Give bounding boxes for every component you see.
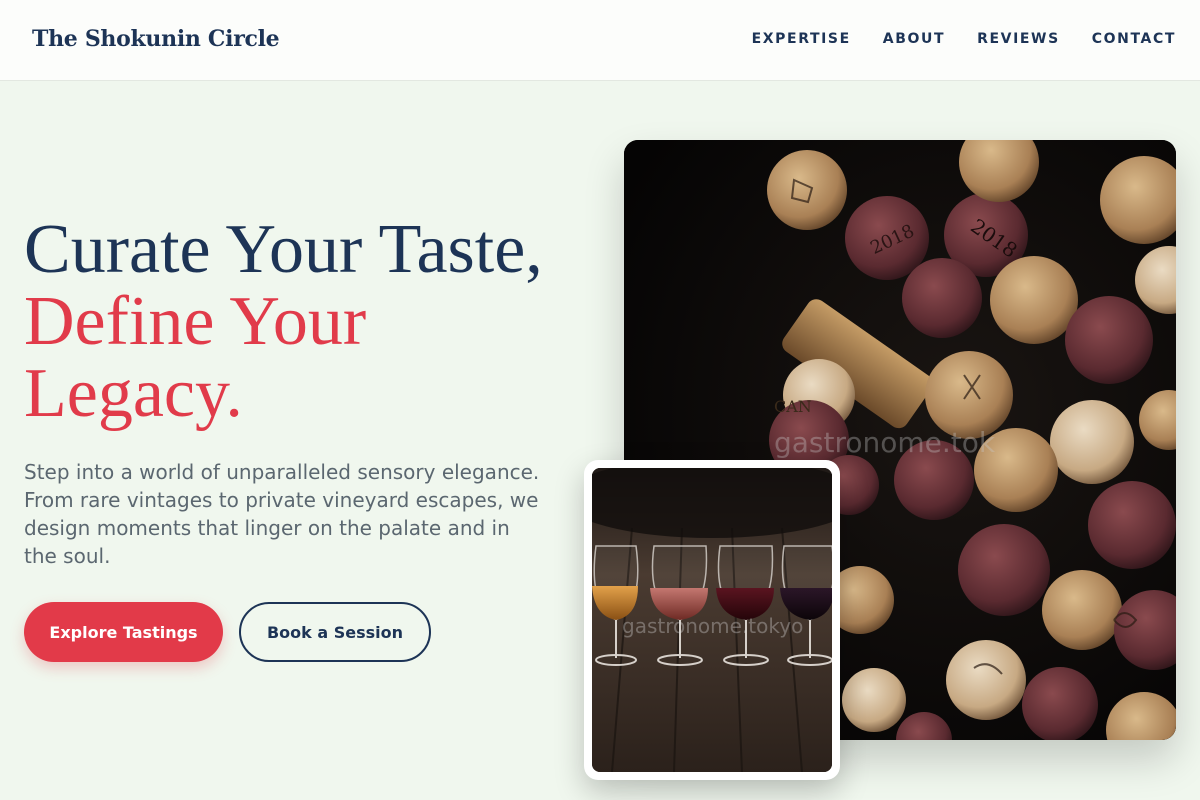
- site-header: The Shokunin Circle EXPERTISE ABOUT REVI…: [0, 0, 1200, 81]
- nav-item-reviews[interactable]: REVIEWS: [977, 31, 1060, 47]
- nav-item-contact[interactable]: CONTACT: [1092, 31, 1176, 47]
- headline-line-1: Curate Your Taste,: [24, 211, 543, 288]
- main-photo-watermark: gastronome.tok: [774, 426, 996, 459]
- headline-line-3: Legacy.: [24, 355, 243, 432]
- book-session-button[interactable]: Book a Session: [239, 602, 431, 662]
- wine-glasses-photo: gastronome.tokyo: [592, 468, 832, 772]
- brand-logo[interactable]: The Shokunin Circle: [32, 26, 280, 52]
- hero-headline: Curate Your Taste, Define Your Legacy.: [24, 214, 584, 430]
- svg-text:CAN: CAN: [774, 397, 812, 416]
- main-nav: EXPERTISE ABOUT REVIEWS CONTACT: [752, 31, 1176, 47]
- nav-item-expertise[interactable]: EXPERTISE: [752, 31, 851, 47]
- secondary-photo-watermark: gastronome.tokyo: [622, 614, 804, 638]
- wine-glasses-photo-frame: gastronome.tokyo: [584, 460, 840, 780]
- nav-item-about[interactable]: ABOUT: [883, 31, 945, 47]
- explore-tastings-button[interactable]: Explore Tastings: [24, 602, 223, 662]
- headline-line-2: Define Your: [24, 283, 367, 360]
- hero-subtitle: Step into a world of unparalleled sensor…: [24, 460, 540, 568]
